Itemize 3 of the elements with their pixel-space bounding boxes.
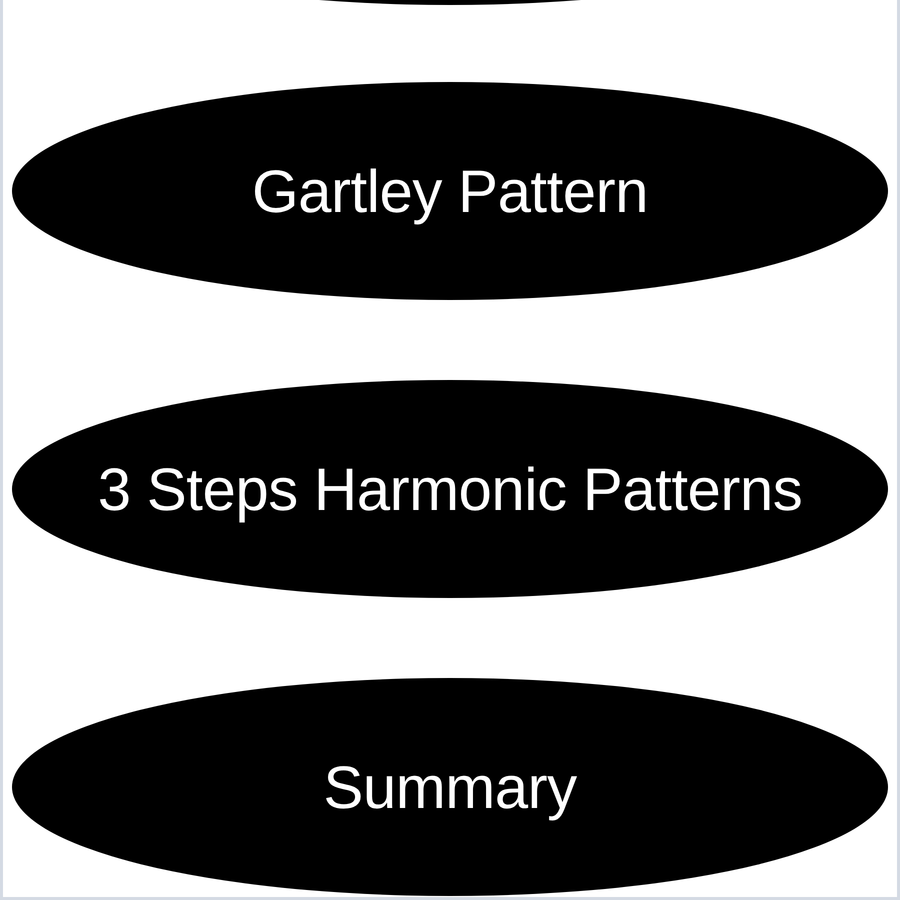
menu-button[interactable]: Summary	[12, 678, 888, 896]
menu-button[interactable]: 3 Steps Harmonic Patterns	[12, 380, 888, 598]
menu-button[interactable]: Gartley Pattern	[12, 82, 888, 300]
